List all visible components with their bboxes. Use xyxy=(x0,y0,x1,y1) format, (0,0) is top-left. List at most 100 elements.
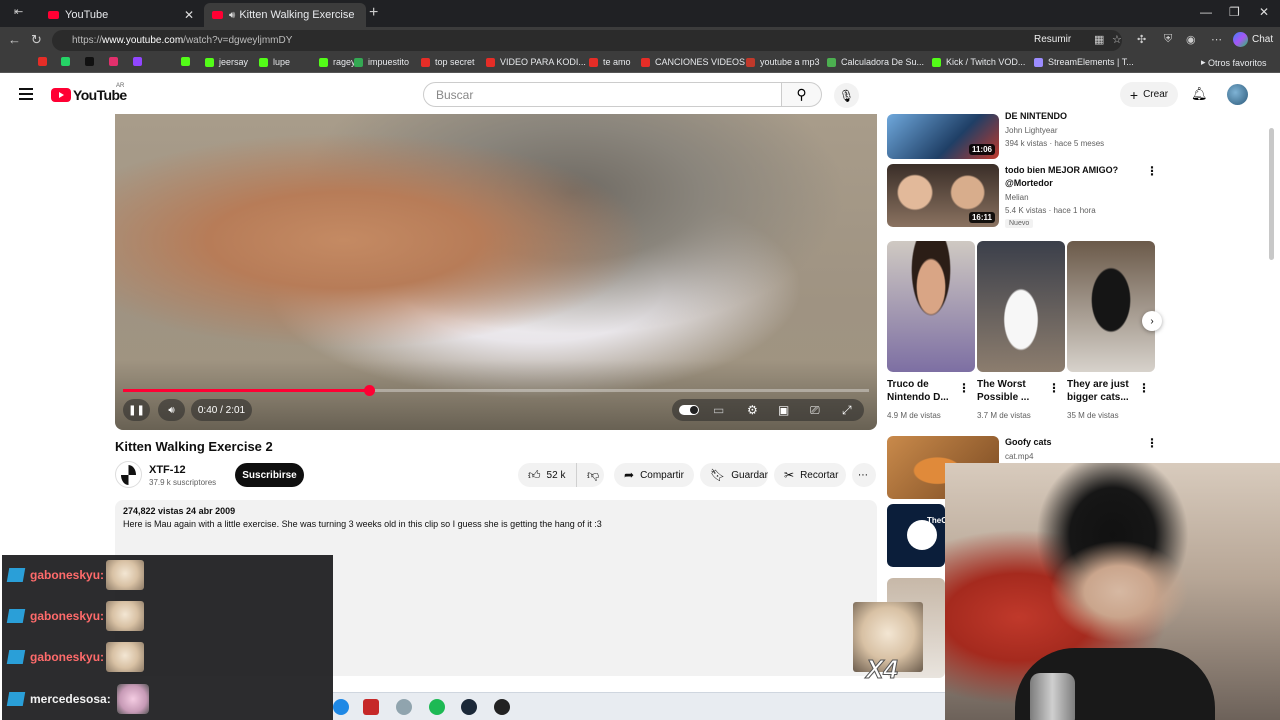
bookmark-item[interactable]: VIDEO PARA KODI... xyxy=(486,57,586,67)
scrollbar-thumb[interactable] xyxy=(1269,128,1274,260)
subtitles-icon[interactable]: ▭ xyxy=(713,403,724,417)
browser-icon[interactable] xyxy=(396,699,412,715)
stream-chat-overlay: gaboneskyu: gaboneskyu: gaboneskyu: merc… xyxy=(2,555,333,720)
bookmark-item[interactable]: Calculadora De Su... xyxy=(827,57,924,67)
short-title[interactable]: They are just bigger cats... xyxy=(1067,378,1137,404)
speaker-icon[interactable]: 🔊︎ xyxy=(229,10,235,21)
subscribe-button[interactable]: Suscribirse xyxy=(235,463,304,487)
minimize-icon[interactable]: — xyxy=(1200,5,1212,19)
bookmark-item[interactable]: impuestito xyxy=(354,57,409,67)
more-options-icon[interactable]: ⋮ xyxy=(1138,381,1150,395)
new-tab-button[interactable]: + xyxy=(369,4,378,22)
account-avatar[interactable] xyxy=(1227,84,1248,105)
spotify-icon[interactable] xyxy=(429,699,445,715)
bookmark-item[interactable]: top secret xyxy=(421,57,475,67)
channel-avatar[interactable] xyxy=(115,461,142,488)
video-thumbnail[interactable]: TheO xyxy=(887,504,945,567)
recommendation-channel[interactable]: Melian xyxy=(1005,191,1029,204)
short-title[interactable]: The Worst Possible ... xyxy=(977,378,1047,404)
recommendation-channel[interactable]: John Lightyear xyxy=(1005,124,1057,137)
short-thumbnail[interactable] xyxy=(1067,241,1155,372)
bookmark-item[interactable]: jeersay xyxy=(205,57,248,67)
miniplayer-icon[interactable]: ▣ xyxy=(778,403,789,417)
tab-label: YouTube xyxy=(65,9,109,21)
pause-button[interactable]: ❚❚ xyxy=(123,399,150,421)
bookmark-item[interactable]: te amo xyxy=(589,57,631,67)
favorite-star-icon[interactable]: ☆ xyxy=(1112,33,1122,46)
recommendation-title[interactable]: todo bien MEJOR AMIGO? @Mortedor xyxy=(1005,164,1140,190)
more-options-icon[interactable]: ⋮ xyxy=(1146,436,1158,450)
bookmark-favicon-icon xyxy=(109,57,118,66)
video-player[interactable]: ❚❚ 🔊︎ 0:40 / 2:01 ▭ ⚙ ▣ ⎚ ⤢ xyxy=(115,114,877,430)
like-button[interactable]: 👍︎ 52 k xyxy=(518,463,576,487)
menu-icon[interactable] xyxy=(19,88,33,100)
cast-icon[interactable]: ⎚ xyxy=(810,403,820,418)
save-button[interactable]: 🔖︎ Guardar xyxy=(700,463,768,487)
reader-icon[interactable]: ▦ xyxy=(1094,33,1104,46)
search-button[interactable]: ⚲ xyxy=(781,82,822,107)
recommendation-title[interactable]: Goofy cats xyxy=(1005,436,1052,449)
shelf-next-button[interactable]: › xyxy=(1142,311,1162,331)
notifications-bell-icon[interactable]: 🔔︎ xyxy=(1191,86,1208,102)
short-title[interactable]: Truco de Nintendo D... xyxy=(887,378,957,404)
bookmark-item[interactable] xyxy=(38,57,52,66)
bookmark-item[interactable] xyxy=(109,57,123,66)
short-thumbnail[interactable] xyxy=(977,241,1065,372)
video-thumbnail[interactable]: 11:06 xyxy=(887,114,999,159)
more-menu-icon[interactable]: ⋯ xyxy=(1211,33,1222,46)
shield-icon[interactable]: ⛨ xyxy=(1164,33,1172,46)
volume-button[interactable]: 🔊︎ xyxy=(158,399,185,421)
youtube-logo[interactable]: YouTube AR xyxy=(51,83,127,103)
video-app-icon[interactable] xyxy=(363,699,379,715)
clip-button[interactable]: ✂ Recortar xyxy=(774,463,846,487)
dislike-button[interactable]: 👎︎ xyxy=(576,463,604,487)
bookmark-item[interactable] xyxy=(133,57,147,66)
voice-search-button[interactable]: 🎙︎ xyxy=(834,83,859,108)
fullscreen-icon[interactable]: ⤢ xyxy=(842,403,852,418)
bookmark-item[interactable]: StreamElements | T... xyxy=(1034,57,1134,67)
autoplay-toggle[interactable] xyxy=(679,405,699,415)
close-window-icon[interactable]: ✕ xyxy=(1259,5,1269,19)
recommendation-title[interactable]: DE NINTENDO xyxy=(1005,110,1135,123)
back-icon[interactable]: ← xyxy=(8,32,21,47)
more-options-icon[interactable]: ⋮ xyxy=(958,381,970,395)
bookmark-item[interactable]: Kick / Twitch VOD... xyxy=(932,57,1025,67)
bookmark-item[interactable]: lupe xyxy=(259,57,290,67)
bookmark-item[interactable]: CANCIONES VIDEOS xyxy=(641,57,745,67)
chat-button[interactable]: Chat xyxy=(1252,34,1273,45)
extensions-icon[interactable]: ✣ xyxy=(1137,33,1146,46)
more-actions-button[interactable]: ⋯ xyxy=(852,463,876,487)
channel-name[interactable]: XTF-12 xyxy=(149,464,186,476)
bookmark-item[interactable]: ragey xyxy=(319,57,356,67)
copilot-icon[interactable] xyxy=(1233,32,1248,47)
more-options-icon[interactable]: ⋮ xyxy=(1048,381,1060,395)
url-field[interactable]: https://www.youtube.com/watch?v=dgweyljm… xyxy=(52,30,1122,51)
short-thumbnail[interactable] xyxy=(887,241,975,372)
app-icon[interactable] xyxy=(494,699,510,715)
recommendation-channel[interactable]: cat.mp4 xyxy=(1005,450,1033,463)
bookmark-item[interactable] xyxy=(85,57,99,66)
tab-kitten-video[interactable]: 🔊︎ Kitten Walking Exercise 2 - YouTube xyxy=(204,3,366,27)
bookmark-item[interactable] xyxy=(61,57,75,66)
steam-icon[interactable] xyxy=(461,699,477,715)
video-thumbnail[interactable]: 16:11 xyxy=(887,164,999,227)
more-options-icon[interactable]: ⋮ xyxy=(1146,164,1158,178)
create-button[interactable]: + Crear xyxy=(1120,82,1178,107)
other-favorites[interactable]: ▸ Otros favoritos xyxy=(1201,57,1267,68)
bookmark-item[interactable] xyxy=(181,57,195,66)
share-button[interactable]: ➦ Compartir xyxy=(614,463,694,487)
close-tab-icon[interactable]: ✕ xyxy=(184,8,194,22)
profile-icon[interactable]: ◉ xyxy=(1186,33,1196,46)
search-input[interactable]: Buscar xyxy=(423,82,782,107)
settings-gear-icon[interactable]: ⚙ xyxy=(747,403,758,417)
bookmark-favicon-icon xyxy=(1034,57,1043,67)
restore-icon[interactable]: ❐ xyxy=(1229,5,1240,19)
edge-icon[interactable] xyxy=(333,699,349,715)
bookmark-item[interactable]: youtube a mp3 xyxy=(746,57,820,67)
bookmark-label: lupe xyxy=(273,57,291,67)
progress-bar[interactable] xyxy=(123,385,869,396)
summarize-button[interactable]: Resumir xyxy=(1034,34,1071,45)
tab-youtube[interactable]: YouTube ✕ xyxy=(40,3,202,27)
refresh-icon[interactable]: ↻ xyxy=(31,32,42,48)
tab-actions-icon[interactable]: ⇤ xyxy=(14,5,23,18)
